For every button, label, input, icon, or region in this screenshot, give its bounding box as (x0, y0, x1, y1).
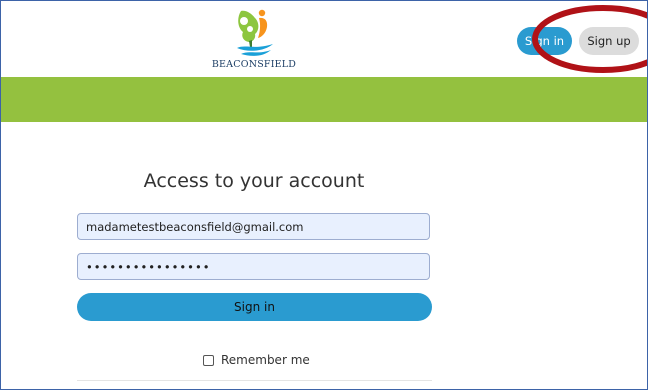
site-header: BEACONSFIELD Sign in Sign up (1, 1, 647, 77)
beaconsfield-emblem-icon (237, 9, 273, 56)
green-banner (1, 77, 647, 122)
signin-button[interactable]: Sign in (77, 293, 432, 321)
login-panel: Access to your account Sign in Remember … (1, 122, 647, 389)
page-title: Access to your account (143, 170, 365, 192)
remember-me-checkbox[interactable] (203, 354, 214, 366)
remember-me-row[interactable]: Remember me (203, 351, 310, 369)
password-field[interactable] (77, 253, 430, 280)
email-field[interactable] (77, 213, 430, 240)
header-signup-button[interactable]: Sign up (579, 27, 639, 55)
browser-viewport: BEACONSFIELD Sign in Sign up Access to y… (0, 0, 648, 390)
beaconsfield-logo[interactable]: BEACONSFIELD (197, 7, 311, 75)
divider (77, 380, 432, 381)
remember-me-label: Remember me (221, 353, 310, 367)
header-signin-button[interactable]: Sign in (517, 27, 572, 55)
logo-text: BEACONSFIELD (211, 59, 297, 70)
